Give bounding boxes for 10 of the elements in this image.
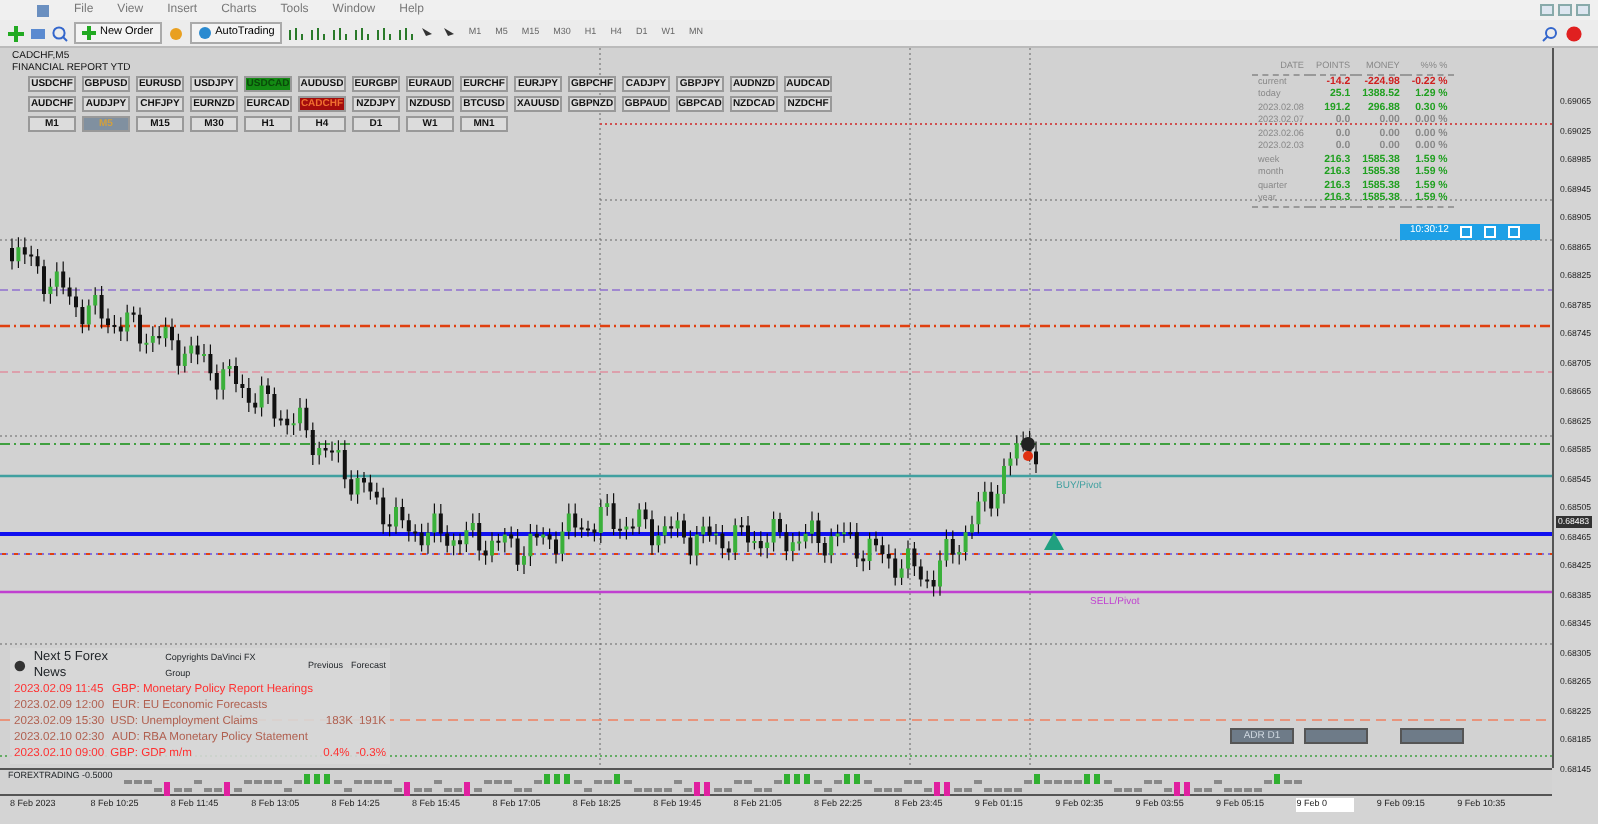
signal-marker-icon <box>1021 437 1035 461</box>
app-icon <box>36 3 50 17</box>
alert-icon[interactable] <box>1566 25 1582 41</box>
plus-icon <box>82 26 96 40</box>
bar-chart-icon[interactable] <box>288 25 305 41</box>
search-icon[interactable] <box>1542 25 1558 41</box>
cursor-icon[interactable] <box>420 25 437 41</box>
triangle-marker-icon <box>1044 532 1064 550</box>
globe-icon <box>14 660 26 672</box>
new-chart-icon[interactable] <box>8 25 24 41</box>
